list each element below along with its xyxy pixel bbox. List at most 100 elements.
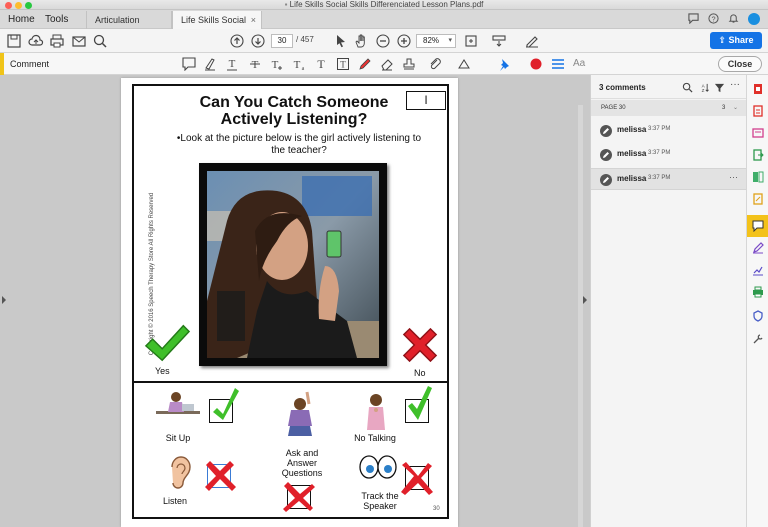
left-panel-toggle-icon[interactable] <box>1 295 7 305</box>
student-phone-photo <box>207 171 379 358</box>
send-sign-icon[interactable] <box>752 242 764 254</box>
more-options-icon[interactable]: ··· <box>730 80 741 93</box>
pencil-avatar-icon <box>600 125 612 137</box>
comment-more-icon[interactable]: ··· <box>729 172 738 182</box>
certificate-icon[interactable] <box>752 264 764 276</box>
avatar[interactable] <box>748 13 760 25</box>
strikethrough-icon[interactable]: T <box>248 57 262 71</box>
shapes-icon[interactable] <box>457 57 471 71</box>
main-toolbar: 30 / 457 82% ▾ ⇪ Share <box>0 29 768 53</box>
zoom-select[interactable]: 82% ▾ <box>416 34 456 48</box>
comment-toolbar: Comment T T T Ta T T Aa Close <box>0 53 768 75</box>
line-weight-icon[interactable] <box>551 57 565 71</box>
yes-label: Yes <box>155 366 170 376</box>
comment-item-selected[interactable]: melissa 3:37 PM ··· <box>591 168 747 190</box>
no-talking-checkbox[interactable] <box>405 386 432 423</box>
export-icon[interactable] <box>752 149 764 161</box>
svg-text:T: T <box>229 58 236 70</box>
fill-sign-icon[interactable] <box>752 193 764 205</box>
ask-answer-checkbox[interactable] <box>283 482 315 512</box>
attach-icon[interactable] <box>428 57 442 71</box>
check-mark-icon <box>143 322 191 367</box>
edit-pdf-icon[interactable] <box>752 127 764 139</box>
vertical-scrollbar[interactable] <box>578 105 583 527</box>
bell-icon[interactable] <box>728 13 739 24</box>
insert-text-icon[interactable]: Ta <box>292 57 306 72</box>
tab-bar: Home Tools Articulation Readi... Life Sk… <box>0 10 768 43</box>
eraser-icon[interactable] <box>380 57 394 71</box>
text-box-icon[interactable]: T <box>336 57 350 71</box>
select-cursor-icon[interactable] <box>333 33 349 49</box>
right-panel-toggle-icon[interactable] <box>582 295 588 305</box>
search-icon[interactable] <box>682 82 693 93</box>
comment-item[interactable]: melissa 3:37 PM <box>591 120 747 142</box>
title-bar: ▪ Life Skills Social Skills Differenciat… <box>0 0 768 10</box>
pin-icon[interactable] <box>497 57 511 71</box>
worksheet-question: •Look at the picture below is the girl a… <box>176 133 422 156</box>
zoom-out-icon[interactable] <box>375 33 391 49</box>
color-picker-icon[interactable] <box>529 57 543 71</box>
cloud-upload-icon[interactable] <box>28 33 44 49</box>
help-icon[interactable]: ? <box>708 13 719 24</box>
text-underline-icon[interactable]: T <box>225 57 239 71</box>
page-number-input[interactable]: 30 <box>271 34 293 48</box>
comment-time: 3:37 PM <box>648 150 671 156</box>
document-viewport[interactable]: Can You Catch Someone Actively Listening… <box>0 75 590 527</box>
footer-page-number: 30 <box>433 506 440 512</box>
search-icon[interactable] <box>92 33 108 49</box>
organize-pages-icon[interactable] <box>752 171 764 183</box>
comment-item[interactable]: melissa 3:37 PM <box>591 144 747 166</box>
next-page-icon[interactable] <box>250 33 266 49</box>
page-fit-icon[interactable] <box>463 33 479 49</box>
font-size-icon[interactable]: Aa <box>573 58 585 69</box>
cross-mark-icon <box>401 326 439 367</box>
replace-text-icon[interactable]: T <box>270 57 284 71</box>
filter-icon[interactable] <box>714 82 725 93</box>
worksheet-frame: Can You Catch Someone Actively Listening… <box>132 84 449 519</box>
sign-icon[interactable] <box>524 33 540 49</box>
highlight-icon[interactable] <box>203 57 217 71</box>
chat-icon[interactable] <box>688 13 699 25</box>
skill-ask-and-answer: Ask and Answer Questions <box>281 448 323 478</box>
check-mark-icon <box>213 388 239 420</box>
comments-panel-header: 3 comments AZ ··· <box>591 75 747 99</box>
email-icon[interactable] <box>71 33 87 49</box>
zoom-in-icon[interactable] <box>396 33 412 49</box>
hand-tool-icon[interactable] <box>353 33 369 49</box>
page-group-count: 3 <box>722 105 726 111</box>
comment-tool-icon[interactable] <box>747 215 768 237</box>
sticky-note-icon[interactable] <box>182 57 196 72</box>
previous-page-icon[interactable] <box>229 33 245 49</box>
sort-icon[interactable]: AZ <box>698 82 709 93</box>
nav-home[interactable]: Home <box>8 10 35 29</box>
save-icon[interactable] <box>6 33 22 49</box>
comment-author: melissa <box>617 149 647 158</box>
share-button[interactable]: ⇪ Share <box>710 32 762 49</box>
print-icon[interactable] <box>49 33 65 49</box>
quiet-student-icon <box>364 392 388 435</box>
skill-no-talking: No Talking <box>354 433 396 443</box>
pdf-page: Can You Catch Someone Actively Listening… <box>121 78 458 527</box>
tab-close-icon[interactable]: × <box>251 11 256 29</box>
read-mode-icon[interactable] <box>491 33 507 49</box>
pencil-icon[interactable] <box>358 57 372 71</box>
more-tools-icon[interactable] <box>752 333 764 345</box>
tab-life-skills[interactable]: Life Skills Social S...× <box>172 11 262 43</box>
nav-tools[interactable]: Tools <box>45 10 68 29</box>
ear-icon <box>166 455 194 492</box>
comments-count: 3 comments <box>599 83 646 92</box>
sit-up-checkbox[interactable] <box>209 388 239 423</box>
print-production-icon[interactable] <box>752 286 764 298</box>
export-pdf-icon[interactable] <box>752 83 764 95</box>
listen-checkbox[interactable] <box>205 461 236 491</box>
track-speaker-checkbox[interactable] <box>401 462 433 495</box>
add-text-icon[interactable]: T <box>314 57 328 71</box>
chevron-down-icon: ▾ <box>448 37 452 44</box>
stamp-icon[interactable] <box>402 57 416 71</box>
create-pdf-icon[interactable] <box>752 105 764 117</box>
svg-text:T: T <box>272 59 279 71</box>
page-group-header[interactable]: PAGE 30 3 ⌄ <box>591 100 747 116</box>
tab-articulation[interactable]: Articulation Readi... <box>86 11 172 43</box>
close-button[interactable]: Close <box>718 56 762 72</box>
protect-shield-icon[interactable] <box>752 310 764 322</box>
